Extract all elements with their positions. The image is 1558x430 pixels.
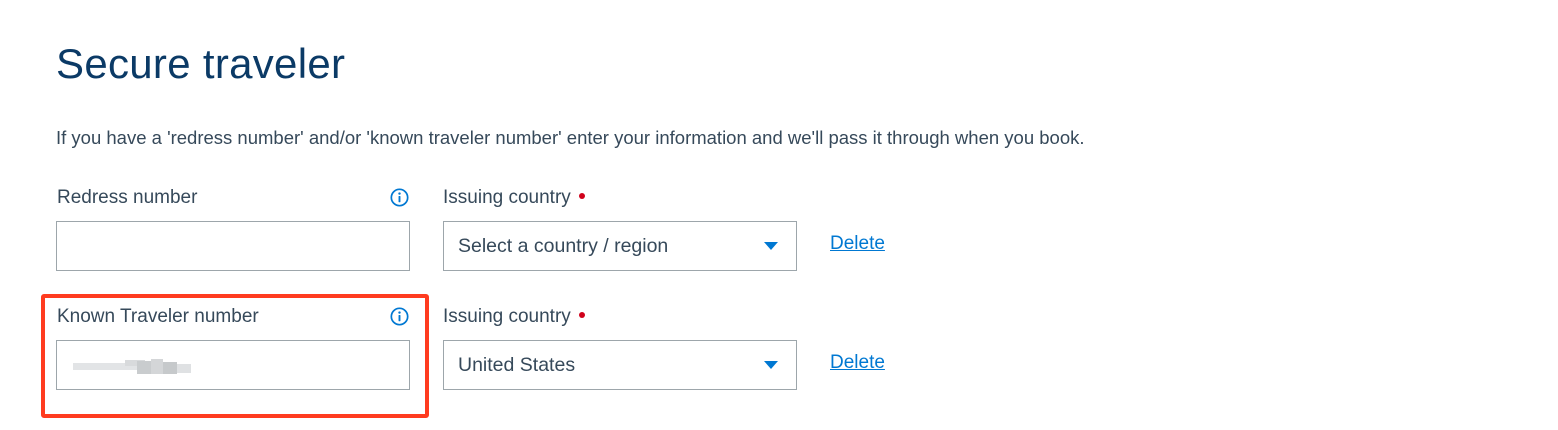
required-dot-icon [578, 312, 585, 318]
known-traveler-issuing-country-label-text: Issuing country [443, 306, 571, 327]
page-title: Secure traveler [56, 40, 346, 87]
intro-text: If you have a 'redress number' and/or 'k… [56, 127, 1085, 148]
redress-issuing-country-select[interactable]: Select a country / region [443, 221, 797, 271]
required-dot-icon [578, 193, 585, 199]
masked-value [73, 358, 191, 375]
redress-number-input[interactable] [56, 221, 410, 271]
redress-delete-link[interactable]: Delete [830, 232, 885, 256]
known-traveler-delete-link[interactable]: Delete [830, 351, 885, 375]
caret-down-icon [764, 361, 778, 369]
known-traveler-country-selected-value: United States [458, 354, 576, 376]
known-traveler-number-input[interactable] [56, 340, 410, 390]
redress-issuing-country-label: Issuing country [443, 186, 585, 210]
redress-country-selected-value: Select a country / region [458, 235, 669, 257]
known-traveler-info-icon[interactable] [390, 307, 409, 326]
redress-number-label: Redress number [57, 187, 198, 208]
known-traveler-issuing-country-select[interactable]: United States [443, 340, 797, 390]
redress-issuing-country-label-text: Issuing country [443, 187, 571, 208]
caret-down-icon [764, 242, 778, 250]
known-traveler-number-label: Known Traveler number [57, 306, 259, 327]
known-traveler-issuing-country-label: Issuing country [443, 305, 585, 329]
redress-info-icon[interactable] [390, 188, 409, 207]
